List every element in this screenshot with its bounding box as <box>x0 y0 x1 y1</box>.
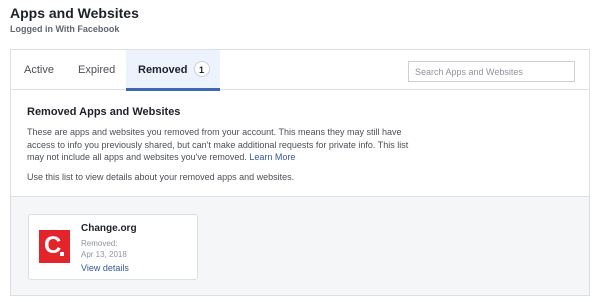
removed-apps-list: C Change.org Removed: Apr 13, 2018 View … <box>11 196 589 295</box>
change-org-logo-letter: C <box>44 232 62 259</box>
apps-panel: Active Expired Removed 1 Removed Apps and… <box>10 49 590 296</box>
app-removed-label: Removed: <box>81 239 118 248</box>
section-title: Removed Apps and Websites <box>27 106 181 118</box>
tab-removed-count-badge: 1 <box>193 61 210 78</box>
change-org-logo-dot <box>60 252 64 256</box>
tab-removed[interactable]: Removed 1 <box>126 50 220 91</box>
page-subtitle: Logged in With Facebook <box>10 24 120 34</box>
app-removed-date: Apr 13, 2018 <box>81 250 127 259</box>
section-note: Use this list to view details about your… <box>27 172 295 182</box>
tab-active[interactable]: Active <box>24 50 54 90</box>
page-title: Apps and Websites <box>10 5 139 21</box>
tab-removed-label: Removed <box>138 64 188 76</box>
tab-expired[interactable]: Expired <box>78 50 115 90</box>
app-card: C Change.org Removed: Apr 13, 2018 View … <box>28 214 198 280</box>
learn-more-link[interactable]: Learn More <box>249 152 295 162</box>
view-details-link[interactable]: View details <box>81 263 129 273</box>
tab-expired-label: Expired <box>78 64 116 76</box>
section-description: These are apps and websites you removed … <box>27 126 427 164</box>
section-description-text: These are apps and websites you removed … <box>27 127 409 162</box>
tab-bar: Active Expired Removed 1 <box>11 50 589 91</box>
search-input[interactable] <box>408 61 575 82</box>
change-org-logo: C <box>39 230 70 263</box>
app-name: Change.org <box>81 223 137 234</box>
tab-active-label: Active <box>24 64 54 76</box>
